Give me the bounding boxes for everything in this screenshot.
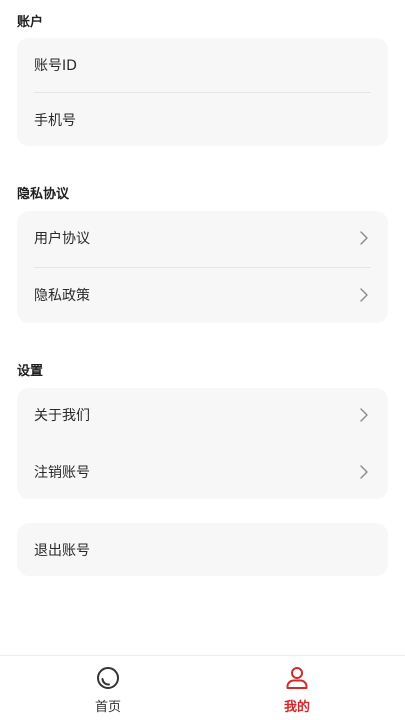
home-circle-icon <box>95 665 121 691</box>
deactivate-account-row[interactable]: 注销账号 <box>34 445 371 499</box>
logout-card: 退出账号 <box>17 523 388 576</box>
account-id-label: 账号ID <box>34 58 77 74</box>
bottom-tab-bar: 首页 我的 <box>0 655 405 720</box>
about-us-label: 关于我们 <box>34 408 90 424</box>
privacy-policy-label: 隐私政策 <box>34 288 90 304</box>
profile-page: 账户 账号ID 手机号 隐私协议 用户协议 隐私政策 设置 关于我们 注销账号 … <box>0 0 405 720</box>
deactivate-account-label: 注销账号 <box>34 465 90 481</box>
chevron-right-icon <box>357 408 371 422</box>
chevron-right-icon <box>357 231 371 245</box>
logout-button[interactable]: 退出账号 <box>34 523 371 576</box>
phone-row[interactable]: 手机号 <box>34 93 371 147</box>
user-agreement-row[interactable]: 用户协议 <box>34 211 371 265</box>
tab-home-label: 首页 <box>94 700 121 715</box>
section-title-account: 账户 <box>17 15 44 30</box>
settings-card: 关于我们 注销账号 <box>17 388 388 499</box>
section-title-privacy: 隐私协议 <box>17 187 70 202</box>
about-us-row[interactable]: 关于我们 <box>34 388 371 442</box>
chevron-right-icon <box>357 288 371 302</box>
phone-label: 手机号 <box>34 113 76 129</box>
user-agreement-label: 用户协议 <box>34 231 90 247</box>
tab-home[interactable]: 首页 <box>48 656 168 720</box>
person-icon <box>284 665 310 691</box>
tab-mine[interactable]: 我的 <box>237 656 357 720</box>
account-id-row[interactable]: 账号ID <box>34 38 371 92</box>
account-card: 账号ID 手机号 <box>17 38 388 146</box>
logout-label: 退出账号 <box>34 542 90 559</box>
privacy-card: 用户协议 隐私政策 <box>17 211 388 323</box>
section-title-settings: 设置 <box>17 364 44 379</box>
tab-mine-label: 我的 <box>283 700 310 715</box>
privacy-policy-row[interactable]: 隐私政策 <box>34 268 371 322</box>
chevron-right-icon <box>357 465 371 479</box>
